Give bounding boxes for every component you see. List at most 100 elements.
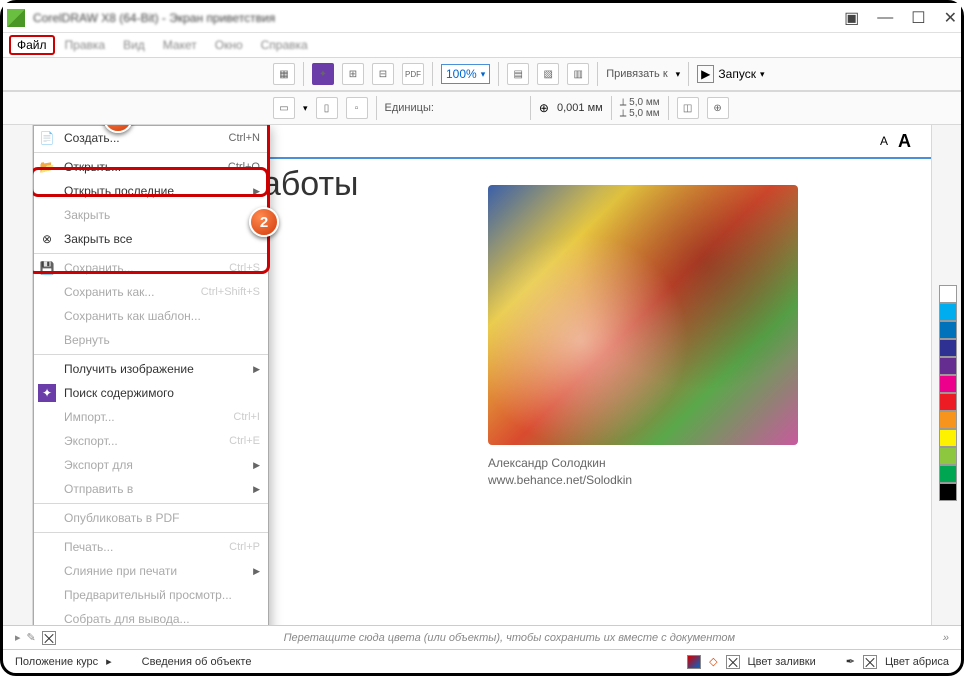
palette-menu-icon[interactable]: ▸ bbox=[15, 631, 21, 645]
toolbar-property: ▭ ▾ ▯ ▫ Единицы: ⊕ 0,001 мм ⟂ 5,0 мм ⟂ 5… bbox=[3, 91, 961, 125]
palette-color[interactable] bbox=[939, 429, 957, 447]
toolbox[interactable] bbox=[3, 125, 33, 625]
palette-color[interactable] bbox=[939, 447, 957, 465]
cursor-position-label: Положение курс bbox=[15, 656, 98, 668]
no-color-swatch[interactable] bbox=[42, 631, 56, 645]
pen-icon[interactable]: ✒ bbox=[846, 655, 855, 668]
menu-item-new[interactable]: 📄 Создать... Ctrl+N bbox=[34, 126, 268, 150]
eyedropper-icon[interactable]: ✎ bbox=[27, 631, 36, 645]
menu-item-close-all[interactable]: ⊗Закрыть все bbox=[34, 227, 268, 251]
no-outline-icon[interactable] bbox=[863, 655, 877, 669]
menu-item[interactable]: Макет bbox=[155, 35, 205, 55]
shortcut-label: Ctrl+N bbox=[229, 132, 260, 144]
units-label: Единицы: bbox=[385, 102, 434, 114]
tool-button[interactable]: ⊕ bbox=[707, 97, 729, 119]
dup-x[interactable]: 5,0 мм bbox=[629, 97, 659, 108]
pdf-icon bbox=[38, 509, 56, 527]
fill-swatch-icon[interactable] bbox=[687, 655, 701, 669]
export-icon bbox=[38, 432, 56, 450]
shortcut-label: Ctrl+S bbox=[229, 262, 260, 274]
menu-item-label: Поиск содержимого bbox=[64, 386, 260, 400]
minimize-button[interactable]: — bbox=[877, 9, 893, 27]
menubar: Файл Правка Вид Макет Окно Справка bbox=[3, 33, 961, 57]
close-all-icon: ⊗ bbox=[38, 230, 56, 248]
menu-item-label: Предварительный просмотр... bbox=[64, 588, 260, 602]
menu-item-label: Создать... bbox=[64, 131, 221, 145]
search-content-icon: ✦ bbox=[38, 384, 56, 402]
palette-scroll-icon[interactable]: » bbox=[943, 632, 949, 644]
menu-item-acquire[interactable]: Получить изображение ▶ bbox=[34, 357, 268, 381]
dup-y[interactable]: 5,0 мм bbox=[629, 108, 659, 119]
no-fill-icon[interactable] bbox=[726, 655, 740, 669]
artwork-caption: Александр Солодкин www.behance.net/Solod… bbox=[488, 455, 632, 489]
send-to-icon bbox=[38, 480, 56, 498]
menu-item[interactable]: Вид bbox=[115, 35, 153, 55]
tool-button[interactable]: ⊞ bbox=[342, 63, 364, 85]
tool-button[interactable]: ▦ bbox=[273, 63, 295, 85]
acquire-icon bbox=[38, 360, 56, 378]
tool-button[interactable]: ▯ bbox=[316, 97, 338, 119]
submenu-arrow-icon: ▶ bbox=[253, 364, 260, 375]
menu-item-save: 💾Сохранить...Ctrl+S bbox=[34, 256, 268, 280]
shortcut-label: Ctrl+P bbox=[229, 541, 260, 553]
menu-file[interactable]: Файл bbox=[9, 35, 55, 55]
user-icon[interactable]: ▣ bbox=[844, 8, 859, 28]
tool-button[interactable]: ⊟ bbox=[372, 63, 394, 85]
menu-item[interactable]: Правка bbox=[57, 35, 114, 55]
tool-button[interactable]: ◫ bbox=[677, 97, 699, 119]
menu-item-send-to: Отправить в▶ bbox=[34, 477, 268, 501]
nudge-value[interactable]: 0,001 мм bbox=[557, 102, 603, 114]
menu-item-search-content[interactable]: ✦ Поиск содержимого bbox=[34, 381, 268, 405]
font-sample-small[interactable]: A bbox=[880, 134, 888, 148]
tool-button[interactable]: PDF bbox=[402, 63, 424, 85]
outline-label: Цвет абриса bbox=[885, 656, 949, 668]
tool-button[interactable]: ▥ bbox=[567, 63, 589, 85]
tool-button[interactable]: ▤ bbox=[507, 63, 529, 85]
shortcut-label: Ctrl+I bbox=[233, 411, 260, 423]
palette-color[interactable] bbox=[939, 375, 957, 393]
menu-item-print-merge: Слияние при печати▶ bbox=[34, 559, 268, 583]
tool-button[interactable]: ▭ bbox=[273, 97, 295, 119]
menu-item-label: Собрать для вывода... bbox=[64, 612, 260, 625]
palette-color[interactable] bbox=[939, 357, 957, 375]
statusbar: Положение курс▸ Сведения об объекте ◇ Цв… bbox=[3, 649, 961, 673]
palette-color[interactable] bbox=[939, 303, 957, 321]
menu-item-open[interactable]: 📂Открыть...Ctrl+O bbox=[34, 155, 268, 179]
submenu-arrow-icon: ▶ bbox=[253, 566, 260, 577]
menu-item-import: Импорт... Ctrl+I bbox=[34, 405, 268, 429]
launch-button[interactable]: ▶Запуск▾ bbox=[697, 65, 764, 83]
tool-button[interactable]: ✦ bbox=[312, 63, 334, 85]
docker-area[interactable] bbox=[931, 125, 961, 625]
menu-item[interactable]: Справка bbox=[253, 35, 316, 55]
file-dropdown-menu: 📄 Создать... Ctrl+N 📂Открыть...Ctrl+OОткрыт… bbox=[33, 125, 269, 625]
palette-color[interactable] bbox=[939, 411, 957, 429]
menu-item-label: Печать... bbox=[64, 540, 221, 554]
palette-color[interactable] bbox=[939, 465, 957, 483]
font-sample-large[interactable]: A bbox=[898, 131, 911, 152]
close-button[interactable]: ✕ bbox=[944, 8, 957, 28]
menu-item-recent[interactable]: Открыть последние▶ bbox=[34, 179, 268, 203]
tool-button[interactable]: ▧ bbox=[537, 63, 559, 85]
menu-item-label: Импорт... bbox=[64, 410, 225, 424]
menu-item-saveas: Сохранить как...Ctrl+Shift+S bbox=[34, 280, 268, 304]
palette-color[interactable] bbox=[939, 321, 957, 339]
palette-color[interactable] bbox=[939, 393, 957, 411]
menu-item-save-template: Сохранить как шаблон... bbox=[34, 304, 268, 328]
menu-item[interactable]: Окно bbox=[207, 35, 251, 55]
print-icon bbox=[38, 538, 56, 556]
palette-color[interactable] bbox=[939, 285, 957, 303]
menu-item-label: Сохранить как шаблон... bbox=[64, 309, 260, 323]
export-for-icon bbox=[38, 456, 56, 474]
palette-color[interactable] bbox=[939, 339, 957, 357]
tool-button[interactable]: ▫ bbox=[346, 97, 368, 119]
save-icon: 💾 bbox=[38, 259, 56, 277]
menu-item-label: Вернуть bbox=[64, 333, 260, 347]
menu-item-label: Получить изображение bbox=[64, 362, 245, 376]
color-palette[interactable] bbox=[939, 285, 959, 501]
zoom-combo[interactable]: 100%▾ bbox=[441, 64, 490, 84]
menu-item-revert: Вернуть bbox=[34, 328, 268, 352]
palette-color[interactable] bbox=[939, 483, 957, 501]
new-icon: 📄 bbox=[38, 129, 56, 147]
maximize-button[interactable]: ☐ bbox=[911, 8, 925, 28]
palette-hint: Перетащите сюда цвета (или объекты), что… bbox=[76, 632, 943, 644]
